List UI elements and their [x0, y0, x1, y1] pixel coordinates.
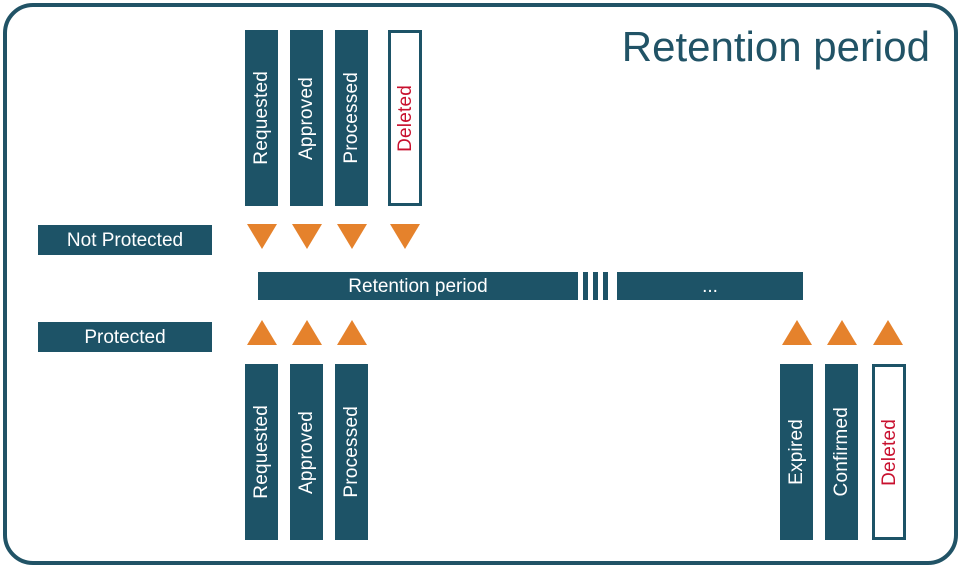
marker-triangle-up-requested [247, 320, 277, 345]
stage-bar-label: Approved [296, 76, 317, 160]
stage-bar-processed-top: Processed [335, 30, 368, 206]
stage-bar-deleted-bottom: Deleted [872, 364, 906, 540]
stage-bar-approved-bottom: Approved [290, 364, 323, 540]
marker-triangle-up-confirmed [827, 320, 857, 345]
stage-bar-processed-bottom: Processed [335, 364, 368, 540]
stage-bar-requested-bottom: Requested [245, 364, 278, 540]
stage-bar-label: Approved [296, 410, 317, 494]
role-label-not-protected: Not Protected [38, 225, 212, 255]
marker-triangle-down-processed [337, 224, 367, 249]
marker-triangle-down-requested [247, 224, 277, 249]
marker-triangle-up-deleted [873, 320, 903, 345]
stage-bar-deleted-top: Deleted [388, 30, 422, 206]
diagram-canvas: Retention period Requested Approved Proc… [0, 0, 968, 575]
marker-triangle-up-approved [292, 320, 322, 345]
stage-bar-label: Processed [341, 406, 362, 498]
stage-bar-label: Expired [786, 419, 807, 485]
stage-bar-approved-top: Approved [290, 30, 323, 206]
marker-triangle-up-expired [782, 320, 812, 345]
marker-triangle-up-processed [337, 320, 367, 345]
marker-triangle-down-approved [292, 224, 322, 249]
timeline-segment-retention: Retention period [258, 272, 578, 300]
timeline-break-tick-2 [593, 272, 598, 300]
timeline-break-tick-3 [603, 272, 608, 300]
timeline-break-tick-1 [583, 272, 588, 300]
role-label-protected: Protected [38, 322, 212, 352]
stage-bar-label: Deleted [394, 84, 416, 152]
stage-bar-confirmed: Confirmed [825, 364, 858, 540]
marker-triangle-down-deleted [390, 224, 420, 249]
page-title: Retention period [621, 23, 930, 70]
stage-bar-label: Requested [251, 71, 272, 165]
stage-bar-requested-top: Requested [245, 30, 278, 206]
stage-bar-label: Confirmed [831, 407, 852, 497]
stage-bar-label: Processed [341, 72, 362, 164]
stage-bar-label: Deleted [878, 418, 900, 486]
stage-bar-label: Requested [251, 405, 272, 499]
timeline-segment-continuation: ... [617, 272, 803, 300]
stage-bar-expired: Expired [780, 364, 813, 540]
